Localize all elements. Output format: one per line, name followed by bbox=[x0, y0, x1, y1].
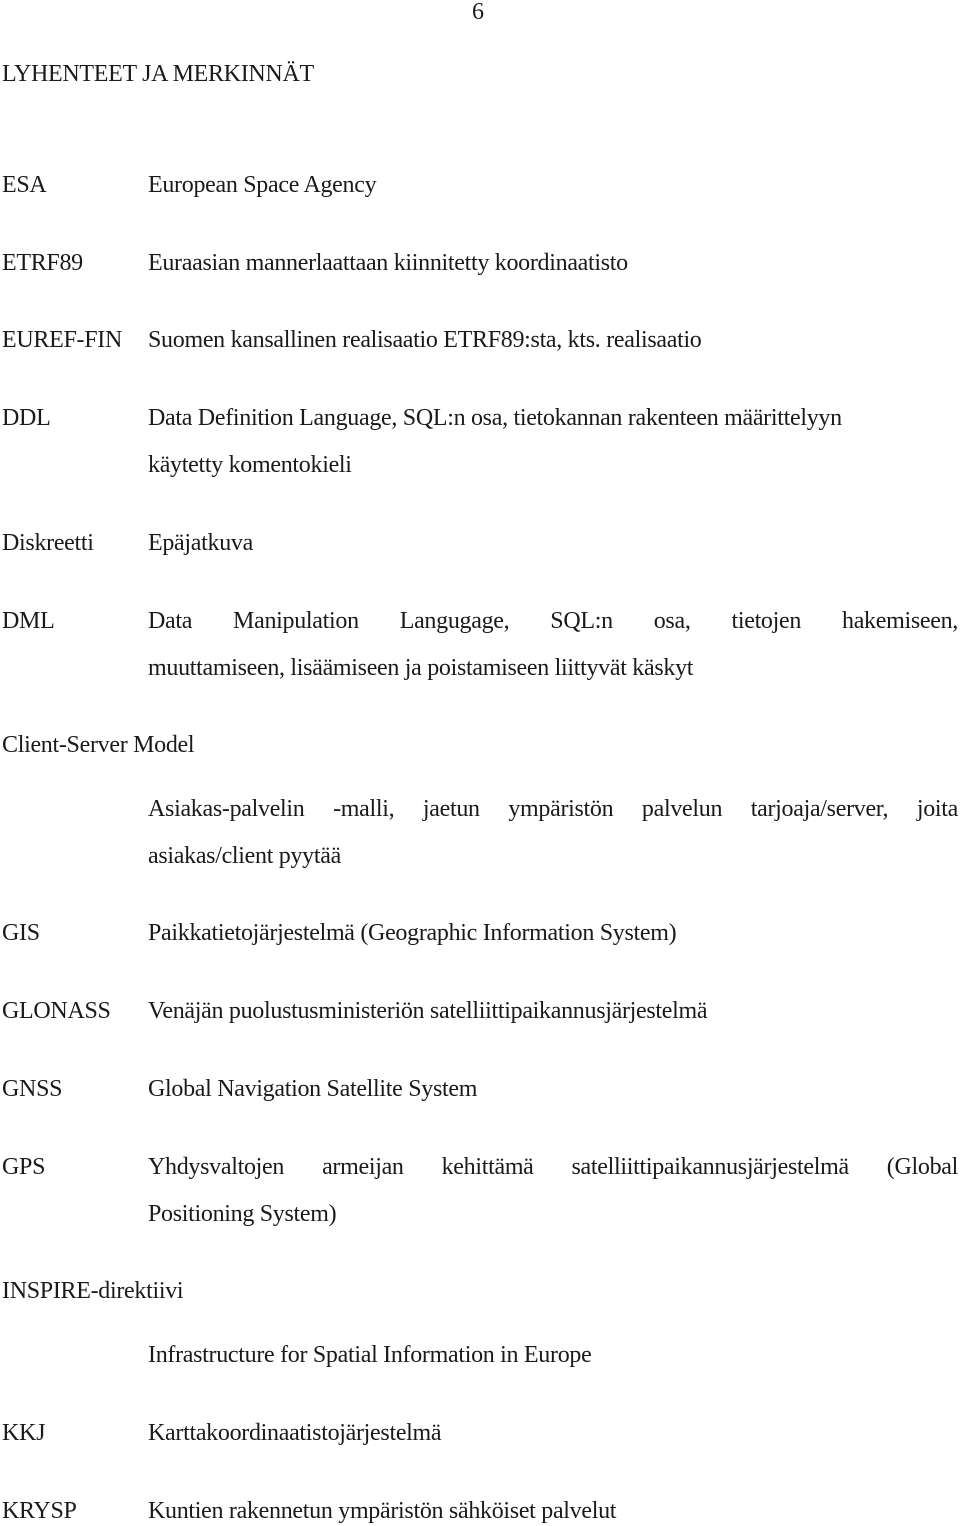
abbreviation-term: ETRF89 bbox=[2, 250, 83, 276]
abbreviation-term: DDL bbox=[2, 405, 51, 431]
abbreviation-term: GLONASS bbox=[2, 998, 111, 1024]
abbreviation-definition: Global Navigation Satellite System bbox=[148, 1076, 478, 1102]
abbreviation-definition: Infrastructure for Spatial Information i… bbox=[148, 1342, 592, 1368]
abbreviation-term: EUREF-FIN bbox=[2, 327, 122, 353]
abbreviation-definition: Karttakoordinaatistojärjestelmä bbox=[148, 1420, 442, 1446]
abbreviation-definition: Epäjatkuva bbox=[148, 530, 253, 556]
abbreviation-definition: Asiakas-palvelin -malli, jaetun ympärist… bbox=[148, 796, 958, 822]
abbreviation-definition: Euraasian mannerlaattaan kiinnitetty koo… bbox=[148, 250, 628, 276]
abbreviation-definition: Paikkatietojärjestelmä (Geographic Infor… bbox=[148, 920, 677, 946]
abbreviation-term: KRYSP bbox=[2, 1498, 77, 1524]
abbreviation-definition-continued: Positioning System) bbox=[148, 1201, 337, 1227]
abbreviation-term: Client-Server Model bbox=[2, 732, 195, 758]
abbreviation-definition-continued: asiakas/client pyytää bbox=[148, 843, 341, 869]
abbreviation-definition: Kuntien rakennetun ympäristön sähköiset … bbox=[148, 1498, 617, 1524]
page-number: 6 bbox=[472, 0, 484, 25]
section-heading: LYHENTEET JA MERKINNÄT bbox=[2, 61, 314, 87]
abbreviation-definition-continued: käytetty komentokieli bbox=[148, 452, 352, 478]
abbreviation-definition-continued: muuttamiseen, lisäämiseen ja poistamisee… bbox=[148, 655, 694, 681]
abbreviation-term: INSPIRE-direktiivi bbox=[2, 1278, 184, 1304]
abbreviation-definition: Data Definition Language, SQL:n osa, tie… bbox=[148, 405, 842, 431]
abbreviation-term: ESA bbox=[2, 172, 47, 198]
abbreviation-definition: Suomen kansallinen realisaatio ETRF89:st… bbox=[148, 327, 702, 353]
abbreviation-definition: European Space Agency bbox=[148, 172, 377, 198]
abbreviation-definition: Data Manipulation Langugage, SQL:n osa, … bbox=[148, 608, 958, 634]
abbreviation-term: DML bbox=[2, 608, 55, 634]
abbreviation-term: GNSS bbox=[2, 1076, 63, 1102]
abbreviation-term: KKJ bbox=[2, 1420, 46, 1446]
abbreviation-definition: Yhdysvaltojen armeijan kehittämä satelli… bbox=[148, 1154, 958, 1180]
abbreviation-term: GPS bbox=[2, 1154, 46, 1180]
abbreviation-definition: Venäjän puolustusministeriön satelliitti… bbox=[148, 998, 708, 1024]
abbreviation-term: Diskreetti bbox=[2, 530, 94, 556]
abbreviation-term: GIS bbox=[2, 920, 40, 946]
